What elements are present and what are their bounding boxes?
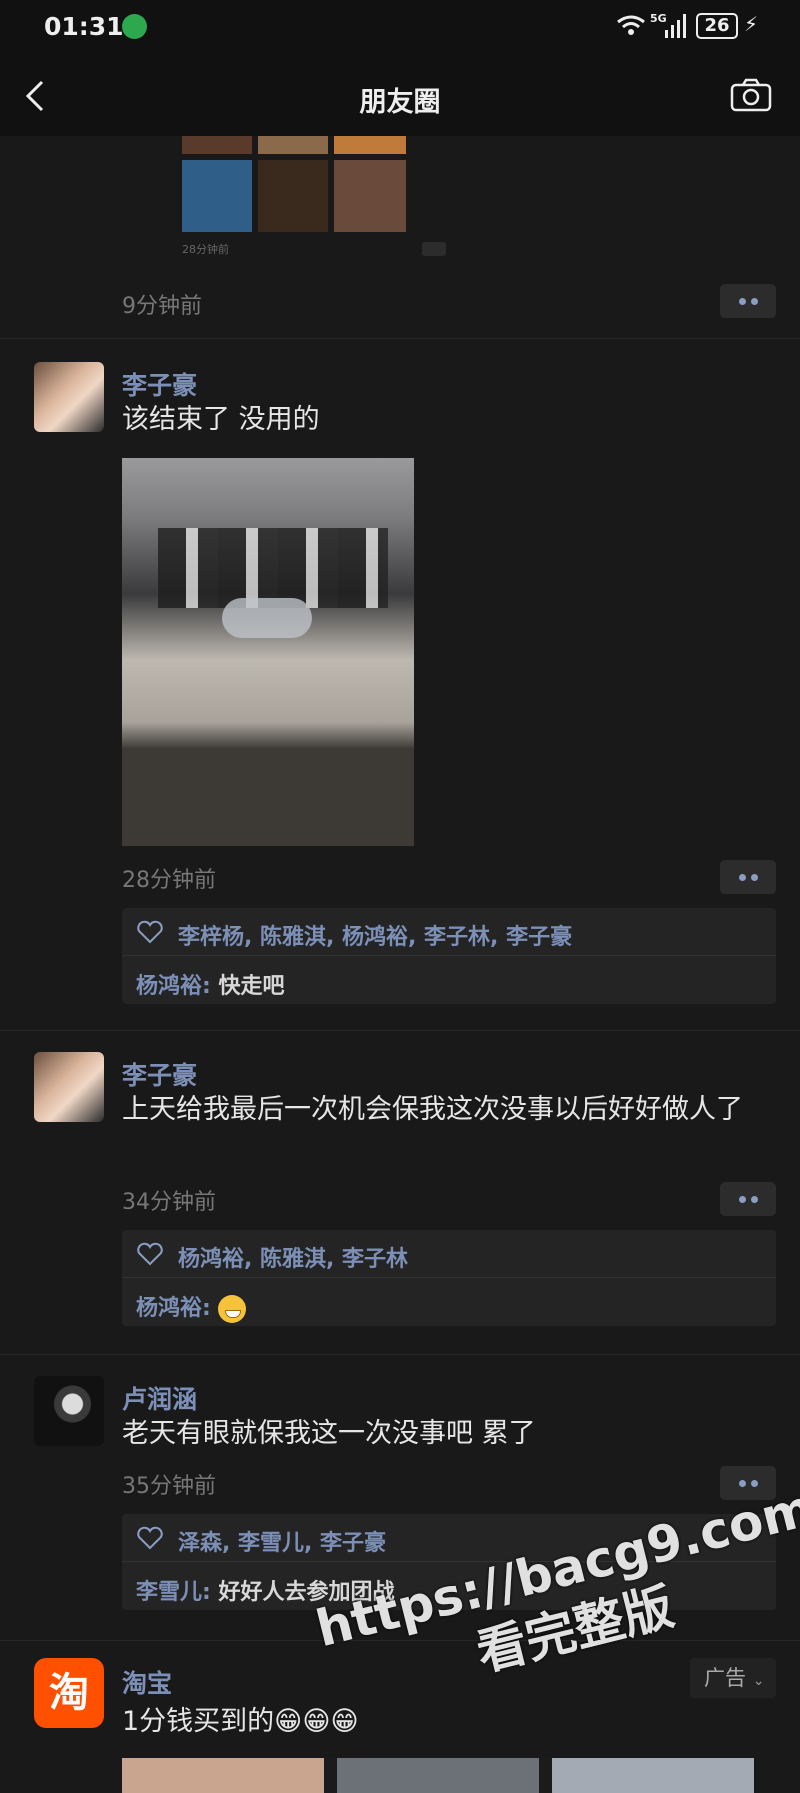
moment-post: 李子豪 该结束了 没用的 28分钟前 李梓杨, 陈雅淇, 杨鸿裕, 李子林, 李… bbox=[0, 338, 800, 1018]
advertiser-name[interactable]: 淘宝 bbox=[122, 1664, 172, 1700]
more-button[interactable] bbox=[720, 284, 776, 318]
grid-image[interactable] bbox=[334, 136, 406, 154]
user-name[interactable]: 李子豪 bbox=[122, 1056, 197, 1092]
avatar[interactable] bbox=[34, 362, 104, 432]
comment-text: 快走吧 bbox=[218, 974, 285, 999]
user-name[interactable]: 卢润涵 bbox=[122, 1380, 197, 1416]
post-time: 35分钟前 bbox=[122, 1474, 216, 1499]
grid-image[interactable] bbox=[334, 160, 406, 232]
more-button[interactable] bbox=[720, 860, 776, 894]
likes-row: 李梓杨, 陈雅淇, 杨鸿裕, 李子林, 李子豪 bbox=[122, 908, 776, 956]
globe-icon bbox=[122, 14, 147, 39]
thumb-time: 28分钟前 bbox=[182, 243, 229, 256]
grid-image[interactable] bbox=[258, 160, 328, 232]
motorbike-shape bbox=[222, 598, 312, 638]
interaction-box: 杨鸿裕, 陈雅淇, 李子林 杨鸿裕: bbox=[122, 1230, 776, 1326]
avatar[interactable] bbox=[34, 1052, 104, 1122]
nav-bar: 朋友圈 bbox=[0, 58, 800, 136]
liker-names[interactable]: 泽森, 李雪儿, 李子豪 bbox=[178, 1525, 386, 1557]
post-text: 老天有眼就保我这一次没事吧 累了 bbox=[122, 1418, 536, 1449]
comment-author-name[interactable]: 李雪儿: bbox=[136, 1580, 211, 1605]
wifi-icon bbox=[617, 15, 645, 35]
likes-row: 杨鸿裕, 陈雅淇, 李子林 bbox=[122, 1230, 776, 1278]
video-thumbnail[interactable] bbox=[122, 458, 414, 846]
heart-icon bbox=[137, 920, 163, 944]
grinning-face-emoji bbox=[218, 1295, 247, 1323]
post-text: 该结束了 没用的 bbox=[122, 404, 320, 435]
page-title: 朋友圈 bbox=[359, 87, 441, 118]
comment-author-name[interactable]: 杨鸿裕: bbox=[136, 974, 211, 999]
thumb-more-button[interactable] bbox=[422, 242, 446, 256]
video-scene-figures bbox=[158, 528, 388, 608]
comment-author[interactable]: 杨鸿裕: bbox=[136, 1290, 247, 1323]
post-time: 34分钟前 bbox=[122, 1190, 216, 1215]
comment-row[interactable]: 杨鸿裕: 快走吧 bbox=[122, 956, 776, 1004]
grid-image[interactable] bbox=[182, 136, 252, 154]
post-time: 9分钟前 bbox=[122, 294, 202, 319]
heart-icon bbox=[137, 1526, 163, 1550]
signal-icon bbox=[665, 14, 686, 38]
grid-image[interactable] bbox=[182, 160, 252, 232]
comment-author[interactable]: 杨鸿裕: 快走吧 bbox=[136, 968, 285, 1000]
ad-text: 1分钱买到的😁😁😁 bbox=[122, 1706, 359, 1737]
grid-image[interactable] bbox=[258, 136, 328, 154]
user-name[interactable]: 李子豪 bbox=[122, 366, 197, 402]
moment-post: 李子豪 上天给我最后一次机会保我这次没事以后好好做人了 34分钟前 杨鸿裕, 陈… bbox=[0, 1030, 800, 1350]
status-bar: 01:31 5G 26 ⚡ bbox=[0, 0, 800, 58]
battery-level: 26 bbox=[696, 13, 738, 39]
comment-row[interactable]: 杨鸿裕: bbox=[122, 1278, 776, 1326]
interaction-box: 李梓杨, 陈雅淇, 杨鸿裕, 李子林, 李子豪 杨鸿裕: 快走吧 bbox=[122, 908, 776, 1004]
liker-names[interactable]: 李梓杨, 陈雅淇, 杨鸿裕, 李子林, 李子豪 bbox=[178, 919, 572, 951]
ad-tag-label: 广告 bbox=[704, 1666, 746, 1690]
heart-icon bbox=[137, 1242, 163, 1266]
comment-author-name[interactable]: 杨鸿裕: bbox=[136, 1296, 211, 1321]
charging-icon: ⚡ bbox=[744, 12, 759, 36]
shared-image-grid[interactable] bbox=[182, 136, 406, 232]
ad-tag-button[interactable]: 广告 ⌄ bbox=[690, 1658, 776, 1698]
liker-names[interactable]: 杨鸿裕, 陈雅淇, 李子林 bbox=[178, 1241, 408, 1273]
post-time: 28分钟前 bbox=[122, 868, 216, 893]
post-text: 上天给我最后一次机会保我这次没事以后好好做人了 bbox=[122, 1094, 743, 1125]
ad-image-row[interactable] bbox=[122, 1758, 754, 1793]
chevron-down-icon: ⌄ bbox=[752, 1673, 765, 1689]
status-time: 01:31 bbox=[44, 12, 124, 41]
moment-post-partial: 28分钟前 9分钟前 bbox=[0, 136, 800, 336]
avatar[interactable] bbox=[34, 1376, 104, 1446]
taobao-logo[interactable]: 淘 bbox=[34, 1658, 104, 1728]
camera-icon[interactable] bbox=[730, 78, 772, 112]
more-button[interactable] bbox=[720, 1182, 776, 1216]
